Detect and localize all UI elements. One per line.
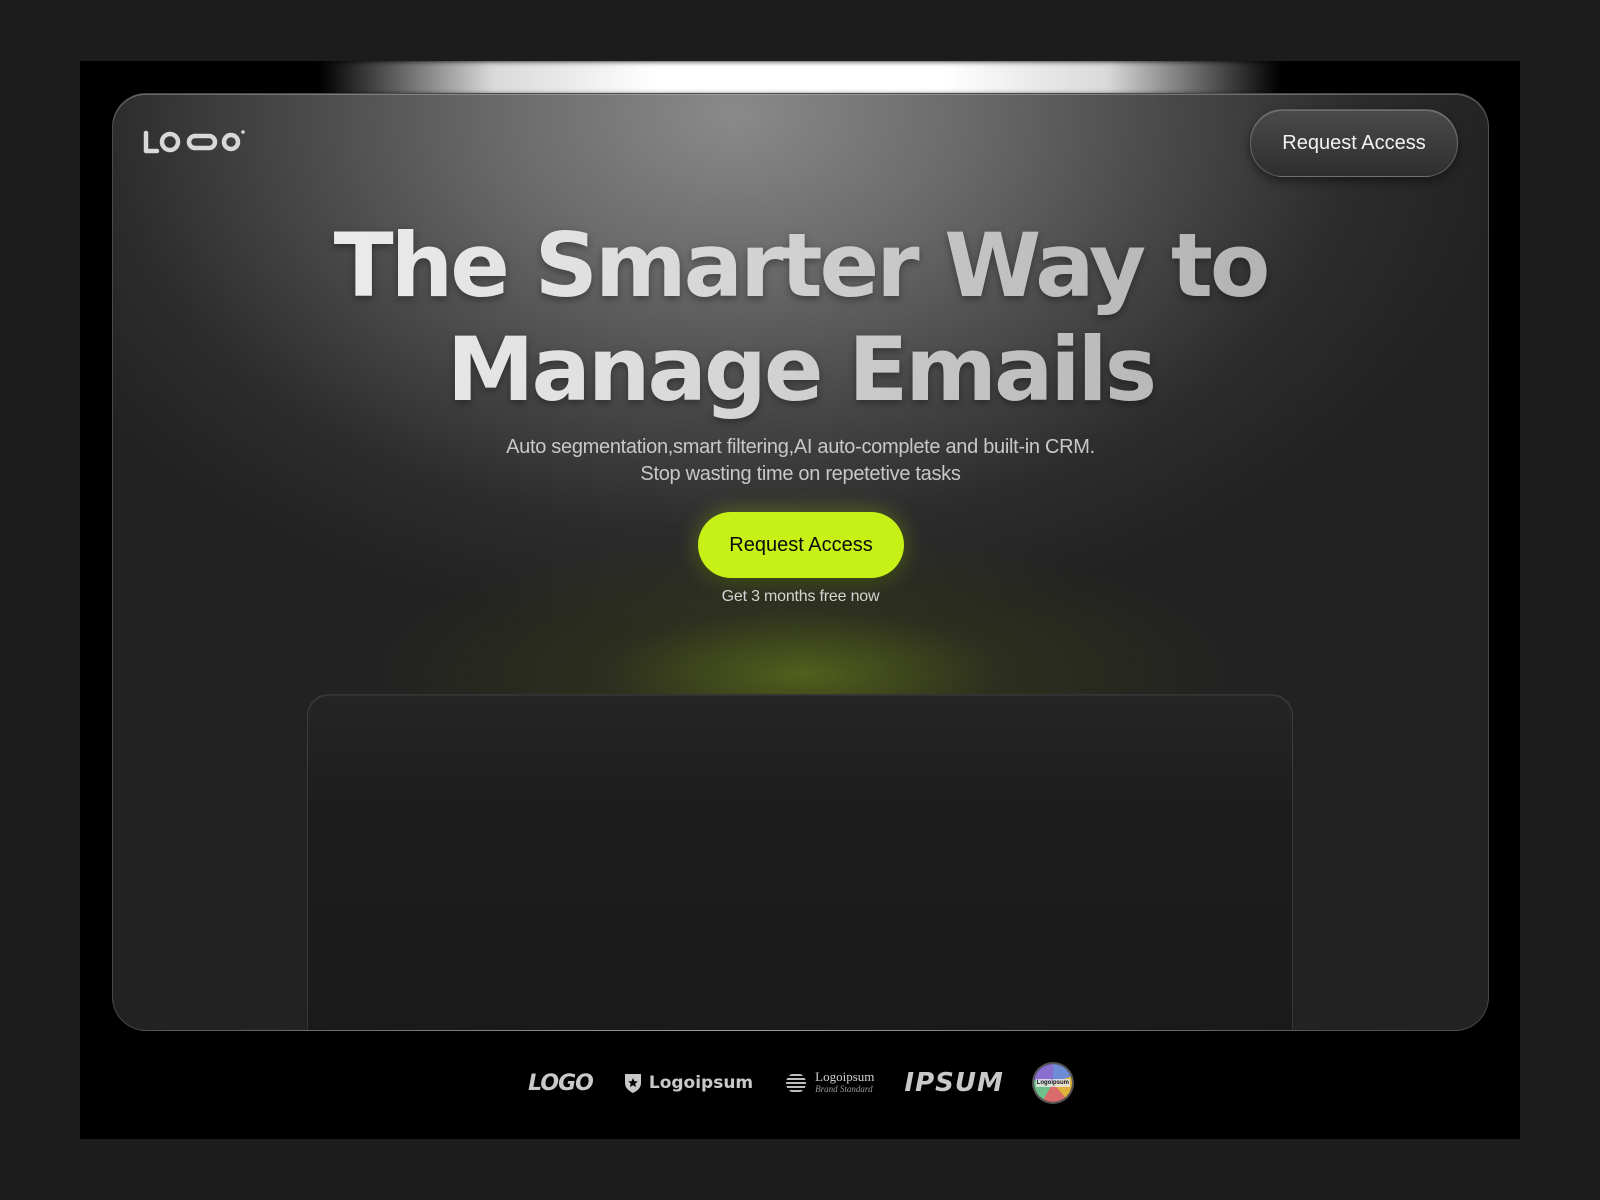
partner-logo-1-text: LOGO bbox=[528, 1070, 594, 1096]
cta-note: Get 3 months free now bbox=[721, 588, 880, 605]
partner-logos: LOGO Logoipsum Logoipsum Brand Standard … bbox=[80, 1063, 1520, 1103]
app-preview-panel bbox=[307, 694, 1293, 1030]
partner-logo-4-text: IPSUM bbox=[904, 1068, 1004, 1098]
striped-globe-icon bbox=[786, 1074, 807, 1092]
partner-logo-5-text: Logoipsum bbox=[1035, 1079, 1070, 1087]
partner-logo-1: LOGO bbox=[528, 1070, 594, 1096]
subtitle-line-2: Stop wasting time on repetetive tasks bbox=[640, 463, 961, 485]
partner-logo-3: Logoipsum Brand Standard bbox=[783, 1069, 875, 1095]
partner-logo-4: IPSUM bbox=[904, 1068, 1003, 1098]
hero-section: Request Access The Smarter Way to Manage… bbox=[112, 93, 1489, 1031]
partner-logo-2: Logoipsum bbox=[623, 1072, 753, 1094]
partner-logo-2-text: Logoipsum bbox=[648, 1073, 754, 1093]
browser-frame: Request Access The Smarter Way to Manage… bbox=[80, 61, 1520, 1139]
subtitle-line-1: Auto segmentation,smart filtering,AI aut… bbox=[506, 436, 1095, 458]
partner-logo-3-tagline: Brand Standard bbox=[815, 1084, 873, 1094]
logo-icon bbox=[143, 130, 245, 154]
cta-request-access-button[interactable]: Request Access bbox=[698, 512, 904, 578]
partner-logo-3-text: Logoipsum bbox=[815, 1069, 875, 1084]
top-light-glow bbox=[320, 61, 1280, 95]
partner-logo-5: Logoipsum bbox=[1033, 1064, 1072, 1102]
nav-request-access-button[interactable]: Request Access bbox=[1250, 109, 1458, 177]
shield-star-icon bbox=[624, 1074, 641, 1093]
hero-subtitle: Auto segmentation,smart filtering,AI aut… bbox=[113, 434, 1488, 488]
headline-line-1: The Smarter Way to bbox=[333, 214, 1268, 317]
hero-headline: The Smarter Way to Manage Emails bbox=[113, 214, 1488, 422]
headline-line-2: Manage Emails bbox=[446, 318, 1155, 421]
logo[interactable] bbox=[143, 128, 247, 156]
